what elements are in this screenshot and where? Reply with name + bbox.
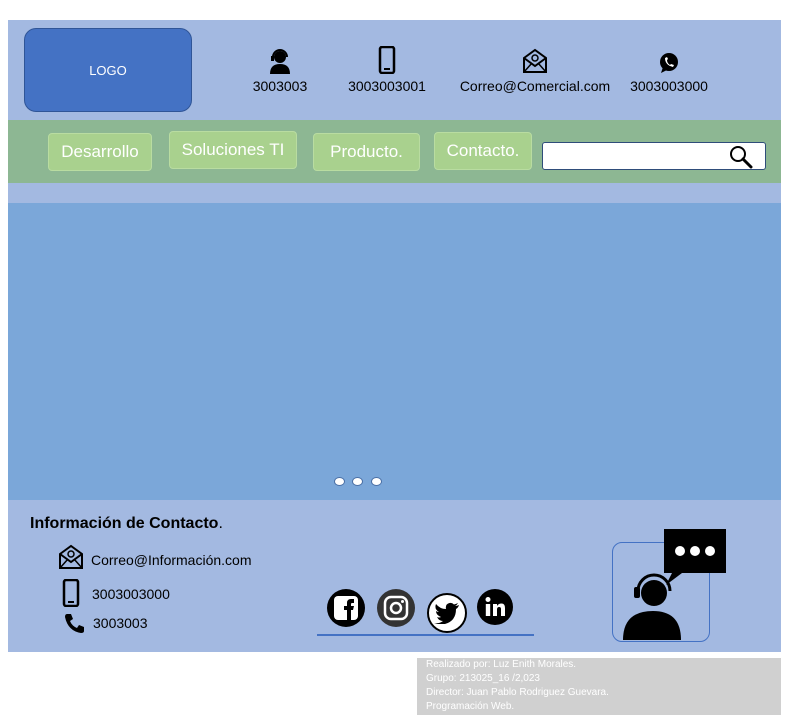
- phone-handset-icon: [65, 614, 84, 633]
- header-contact-whatsapp[interactable]: 3003003000: [624, 52, 714, 94]
- twitter-icon[interactable]: [427, 593, 467, 633]
- support-chat-icon: [623, 529, 726, 640]
- nav-producto-button[interactable]: Producto.: [313, 133, 420, 171]
- mobile-phone-icon: [378, 46, 396, 74]
- separator-strip: [8, 183, 781, 203]
- header-mobile-text: 3003003001: [348, 78, 426, 94]
- credits-group: Grupo: 213025_16 /2,023: [426, 673, 540, 684]
- instagram-icon[interactable]: [377, 589, 415, 627]
- header-contact-email[interactable]: Correo@Comercial.com: [454, 48, 616, 94]
- social-underline: [317, 634, 534, 636]
- facebook-icon[interactable]: [327, 589, 365, 627]
- carousel-dot-3[interactable]: [371, 477, 382, 486]
- header-email-text: Correo@Comercial.com: [459, 78, 611, 94]
- header-contact-phone: 3003003: [248, 48, 312, 94]
- credits-author: Realizado por: Luz Enith Morales.: [426, 659, 577, 670]
- footer-email-text[interactable]: Correo@Información.com: [91, 552, 252, 568]
- search-input[interactable]: [547, 144, 721, 170]
- linkedin-icon[interactable]: [477, 589, 513, 625]
- header-whatsapp-text: 3003003000: [630, 78, 708, 94]
- whatsapp-icon: [660, 53, 678, 73]
- credits-panel: Realizado por: Luz Enith Morales. Grupo:…: [417, 658, 781, 715]
- header-contact-mobile: 3003003001: [342, 46, 432, 94]
- footer-title-period: .: [218, 515, 223, 532]
- hero-banner: [8, 203, 781, 500]
- credits-director: Director: Juan Pablo Rodriguez Guevara.: [426, 687, 609, 698]
- credits-course: Programación Web.: [426, 701, 515, 712]
- twitter-glyph: [434, 602, 459, 624]
- nav-desarrollo-button[interactable]: Desarrollo: [48, 133, 152, 171]
- logo[interactable]: LOGO: [24, 28, 192, 112]
- email-envelope-icon: [59, 544, 83, 569]
- email-envelope-icon: [523, 48, 547, 73]
- headset-user-icon: [270, 49, 290, 74]
- footer-title: Información de Contacto.: [30, 515, 223, 533]
- search-box: [542, 142, 766, 170]
- header-phone-text: 3003003: [252, 78, 308, 94]
- mobile-phone-icon: [62, 579, 80, 607]
- facebook-glyph: [334, 596, 358, 620]
- footer-mobile-text: 3003003000: [92, 586, 170, 602]
- search-icon[interactable]: [728, 145, 754, 169]
- linkedin-glyph: [485, 597, 505, 616]
- nav-contacto-button[interactable]: Contacto.: [434, 132, 532, 170]
- nav-soluciones-ti-button[interactable]: Soluciones TI: [169, 131, 297, 169]
- instagram-glyph: [383, 595, 409, 621]
- footer-title-text: Información de Contacto: [30, 515, 219, 532]
- carousel-dot-2[interactable]: [352, 477, 363, 486]
- logo-text: LOGO: [89, 62, 127, 78]
- carousel-dot-1[interactable]: [334, 477, 345, 486]
- footer-phone-text: 3003003: [93, 615, 148, 631]
